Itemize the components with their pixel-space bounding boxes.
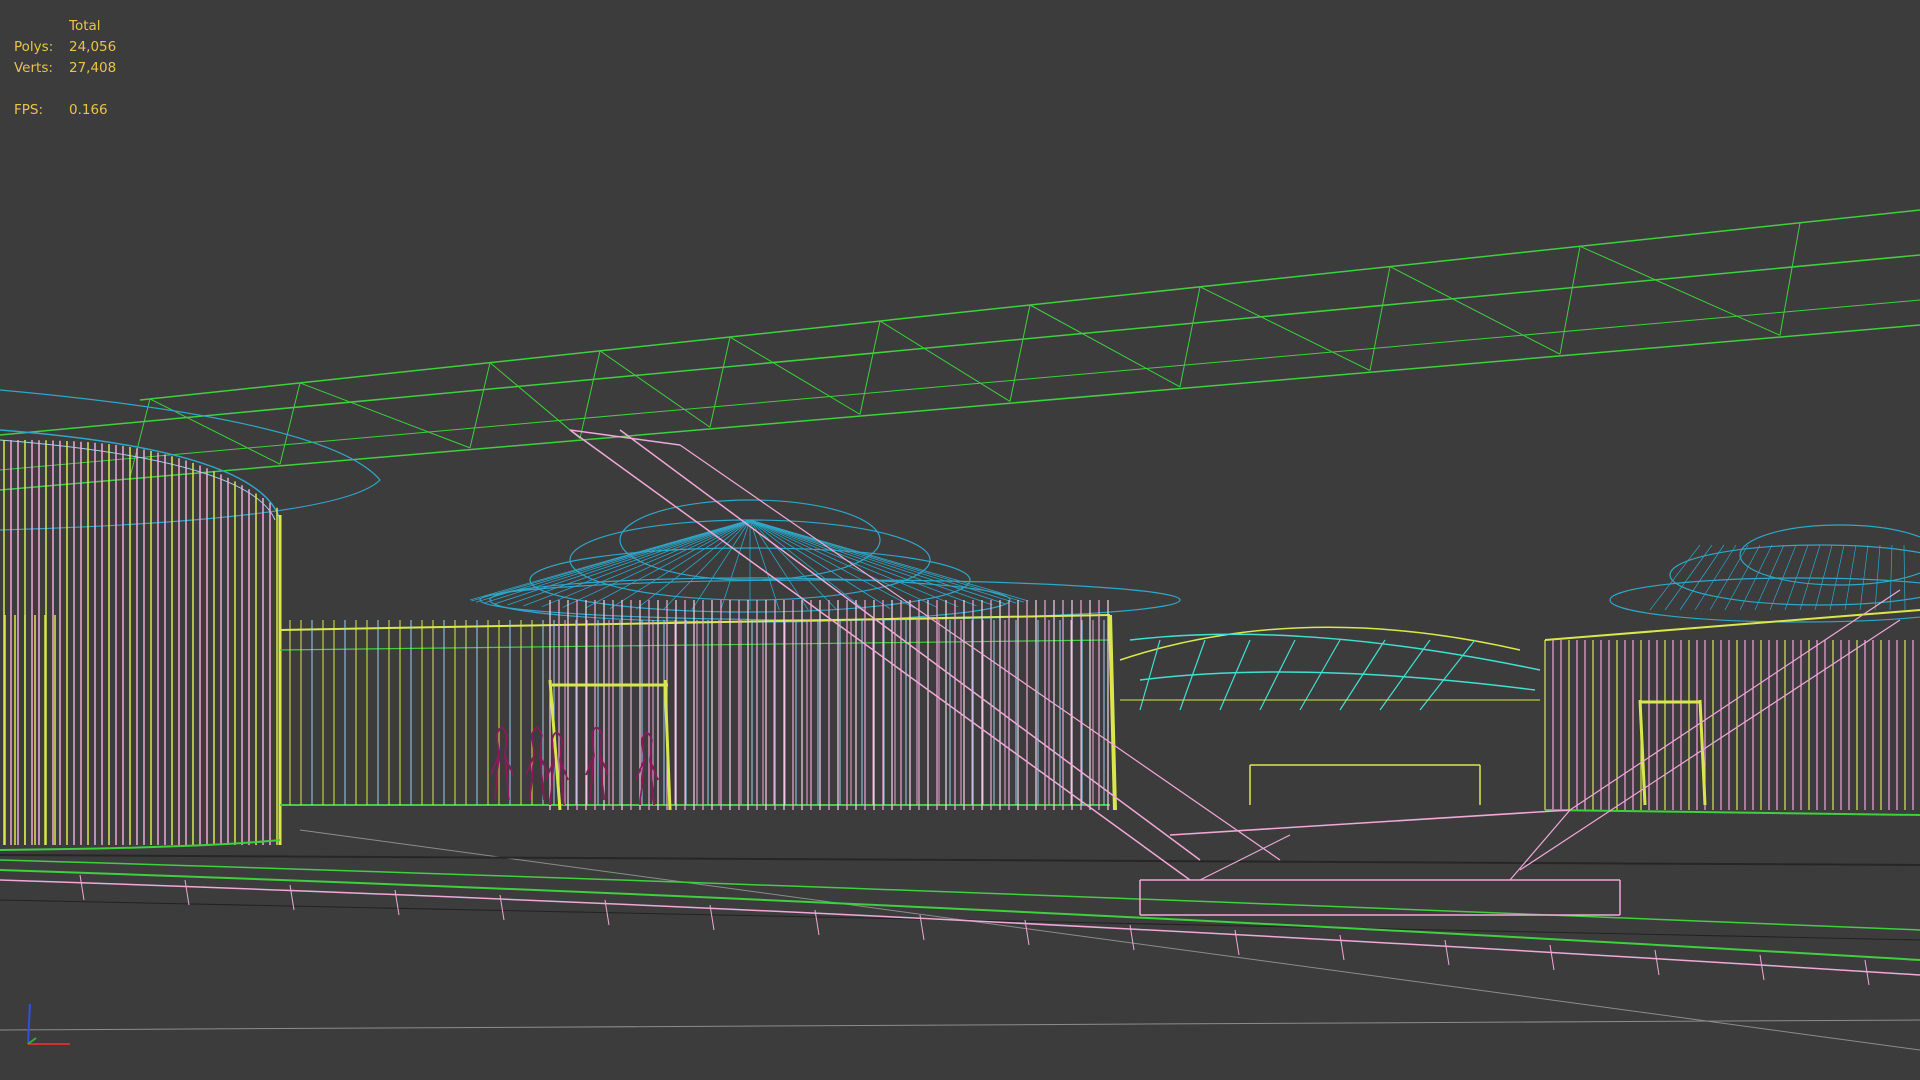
wire-edge (1444, 939, 1450, 966)
wire-edge (635, 519, 751, 610)
wire-edge (1179, 286, 1201, 387)
wire-edge (1369, 266, 1391, 371)
fps-value: 0.166 (69, 102, 108, 118)
wire-edge (729, 336, 861, 415)
wire-edge (1829, 544, 1845, 611)
wire-curve (525, 726, 549, 801)
wire-curve (1139, 671, 1536, 691)
wire-ring (1669, 544, 1920, 606)
wire-edge (1859, 544, 1869, 611)
wire-edge (1664, 544, 1713, 611)
wire-edge (749, 519, 977, 607)
people-silhouettes (490, 726, 659, 806)
wire-curve (0, 869, 1920, 961)
wire-edge (523, 519, 751, 607)
wire-edge (749, 519, 993, 606)
wire-edge (1549, 944, 1555, 971)
wire-curve (635, 731, 659, 806)
wire-edge (859, 320, 881, 415)
wire-edge (1649, 544, 1701, 611)
wire-edge (1754, 544, 1785, 611)
wire-curve (585, 726, 609, 801)
wire-edge (1698, 699, 1707, 806)
wire-edge (129, 398, 151, 478)
wireframe-scene[interactable] (0, 0, 1920, 1080)
wire-edge (1654, 949, 1660, 976)
wire-curve (0, 839, 281, 851)
wire-curve (0, 879, 1920, 976)
verts-label: Verts: (14, 60, 53, 76)
wire-edge (749, 519, 891, 609)
wire-edge (569, 429, 1191, 881)
wire-edge (1234, 929, 1240, 956)
wire-edge (1029, 304, 1181, 388)
wire-curve (1129, 633, 1541, 671)
wire-edge (394, 889, 400, 916)
wire-edge (679, 444, 1281, 861)
wire-edge (1759, 954, 1765, 981)
glass-canopy (1119, 626, 1541, 805)
wire-edge (279, 614, 1111, 631)
wire-edge (184, 879, 190, 906)
wire-edge (1169, 809, 1571, 836)
wire-edge (1889, 544, 1893, 611)
wire-edge (1509, 809, 1571, 881)
polys-label: Polys: (14, 39, 54, 55)
wire-edge (0, 854, 1920, 866)
wire-edge (1779, 222, 1801, 336)
axis-z-line (27, 1003, 31, 1045)
wire-ring (1609, 577, 1920, 623)
wire-edge (609, 519, 751, 609)
wire-edge (879, 320, 1011, 402)
wire-edge (1679, 544, 1725, 611)
wire-edge (1108, 614, 1117, 811)
stats-header: Total (69, 18, 101, 34)
wire-edge (749, 519, 959, 608)
wire-edge (1864, 959, 1870, 986)
wire-edge (0, 299, 1920, 471)
wire-edge (1739, 544, 1773, 611)
wire-edge (749, 519, 1029, 602)
wire-edge (1874, 544, 1881, 611)
left-cylindrical-building (0, 429, 282, 851)
polys-value: 24,056 (69, 39, 117, 55)
right-cylindrical-building (1544, 609, 1920, 816)
wire-edge (0, 1019, 1920, 1031)
wire-edge (1009, 304, 1031, 402)
perspective-wireframe-viewport[interactable]: Total Polys: 24,056 Verts: 27,408 FPS: 0.16… (0, 0, 1920, 1080)
wire-edge (1559, 246, 1581, 355)
verts-value: 27,408 (69, 60, 117, 76)
wire-edge (709, 336, 731, 428)
overhead-truss-walkway (0, 209, 1920, 531)
wire-edge (79, 874, 85, 901)
wire-edge (541, 519, 751, 608)
wire-edge (1339, 934, 1345, 961)
wire-edge (1569, 589, 1901, 811)
wire-edge (1389, 266, 1561, 355)
ground-plane-lines (0, 829, 1920, 1051)
wire-edge (507, 519, 751, 606)
wire-edge (1544, 809, 1920, 816)
wire-edge (476, 519, 751, 603)
wire-edge (1579, 245, 1781, 336)
viewport-statistics-overlay: Total Polys: 24,056 Verts: 27,408 FPS: 0.16… (14, 16, 129, 121)
wire-edge (1199, 286, 1371, 371)
wire-edge (469, 362, 491, 449)
fps-label: FPS: (14, 102, 44, 118)
wire-edge (1844, 544, 1857, 611)
wire-edge (279, 639, 1111, 651)
wire-edge (579, 350, 601, 439)
wire-edge (489, 362, 581, 439)
wire-edge (279, 382, 301, 465)
axis-tripod-icon (27, 1003, 70, 1045)
